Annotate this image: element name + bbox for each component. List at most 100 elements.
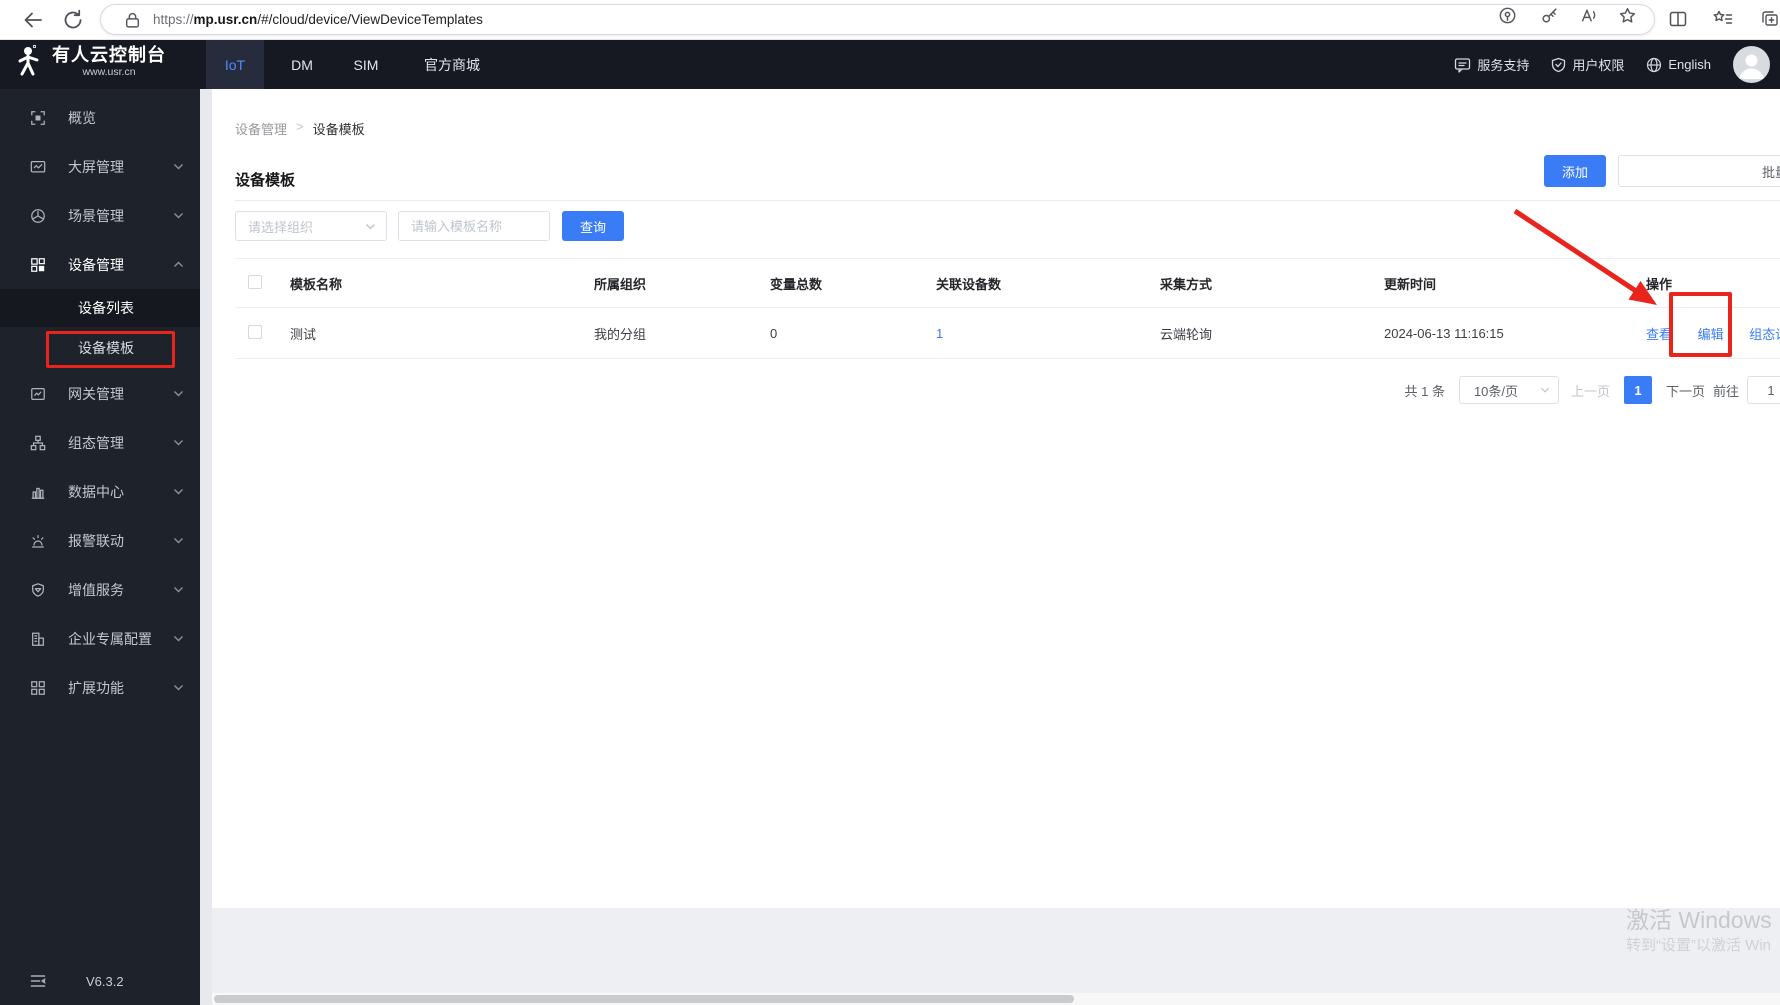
lock-icon bbox=[123, 11, 142, 30]
sidebar-subitem-label: 设备模板 bbox=[78, 340, 134, 356]
sidebar-item-scene-mgmt[interactable]: 场景管理 bbox=[0, 191, 200, 240]
scrollbar-thumb[interactable] bbox=[214, 995, 1074, 1003]
tab-dm[interactable]: DM bbox=[269, 40, 335, 89]
back-icon[interactable] bbox=[21, 8, 45, 32]
org-select[interactable]: 请选择组织 bbox=[235, 211, 387, 241]
col-variable-count: 变量总数 bbox=[757, 258, 923, 308]
sidebar-item-label: 网关管理 bbox=[68, 385, 124, 402]
read-aloud-icon[interactable] bbox=[1579, 6, 1598, 25]
sidebar-item-label: 概览 bbox=[68, 109, 96, 126]
row-checkbox[interactable] bbox=[248, 324, 262, 339]
apps-grid-icon bbox=[31, 680, 45, 695]
templates-table: 模板名称 所属组织 变量总数 关联设备数 采集方式 更新时间 操作 测试 我的分… bbox=[235, 258, 1780, 359]
chat-icon bbox=[1455, 57, 1471, 73]
sidebar-subitem-device-list[interactable]: 设备列表 bbox=[0, 289, 200, 327]
support-menu[interactable]: 服务支持 bbox=[1454, 55, 1529, 74]
app-logo[interactable]: 有人云控制台 www.usr.cn bbox=[14, 43, 166, 79]
breadcrumb-separator: > bbox=[296, 119, 304, 134]
chevron-down-icon bbox=[174, 636, 183, 642]
support-label: 服务支持 bbox=[1477, 58, 1530, 73]
page-size-value: 10条/页 bbox=[1473, 383, 1519, 399]
linked-devices-link[interactable]: 1 bbox=[936, 326, 943, 341]
sidebar-item-scada-mgmt[interactable]: 组态管理 bbox=[0, 418, 200, 467]
total-count: 共 1 条 bbox=[1404, 383, 1445, 399]
sidebar-item-alarm-linkage[interactable]: 报警联动 bbox=[0, 516, 200, 565]
table-row: 测试 我的分组 0 1 云端轮询 2024-06-13 11:16:15 查看 … bbox=[235, 307, 1780, 359]
edit-link[interactable]: 编辑 bbox=[1698, 327, 1724, 342]
breadcrumb-current: 设备模板 bbox=[312, 122, 365, 137]
sidebar-item-data-center[interactable]: 数据中心 bbox=[0, 467, 200, 516]
refresh-icon[interactable] bbox=[61, 8, 85, 32]
logo-title: 有人云控制台 bbox=[52, 45, 166, 65]
split-screen-icon[interactable] bbox=[1668, 9, 1688, 29]
view-link[interactable]: 查看 bbox=[1646, 327, 1672, 342]
horizontal-scrollbar[interactable] bbox=[212, 993, 1780, 1005]
tab-sim[interactable]: SIM bbox=[335, 40, 397, 89]
building-icon bbox=[32, 632, 44, 646]
sidebar-item-value-added[interactable]: 增值服务 bbox=[0, 565, 200, 614]
logo-subtitle: www.usr.cn bbox=[82, 66, 136, 78]
title-divider bbox=[235, 200, 1780, 201]
sidebar-item-device-mgmt[interactable]: 设备管理 bbox=[0, 240, 200, 289]
scada-design-link[interactable]: 组态设计 bbox=[1749, 327, 1780, 342]
tab-mall[interactable]: 官方商城 bbox=[405, 40, 499, 89]
next-page-button[interactable]: 下一页 bbox=[1666, 381, 1705, 400]
sidebar-item-overview[interactable]: 概览 bbox=[0, 93, 200, 142]
col-operations: 操作 bbox=[1633, 258, 1780, 308]
tab-iot[interactable]: IoT bbox=[206, 40, 264, 89]
chevron-down-icon bbox=[174, 685, 183, 691]
batch-delete-button[interactable]: 批量删除 bbox=[1618, 155, 1780, 187]
language-switcher[interactable]: English bbox=[1646, 57, 1711, 73]
device-grid-icon bbox=[31, 257, 45, 272]
search-button[interactable]: 查询 bbox=[562, 211, 625, 241]
sidebar-item-screen-mgmt[interactable]: 大屏管理 bbox=[0, 142, 200, 191]
add-button[interactable]: 添加 bbox=[1544, 155, 1606, 187]
gem-shield-icon bbox=[32, 582, 44, 597]
favorite-star-icon[interactable] bbox=[1618, 6, 1637, 25]
topology-icon bbox=[30, 435, 46, 450]
cell-updated-time: 2024-06-13 11:16:15 bbox=[1371, 307, 1633, 359]
pagination: 共 1 条 10条/页 上一页 1 下一页 前往 bbox=[1404, 376, 1780, 404]
filter-bar: 请选择组织 查询 bbox=[235, 211, 625, 241]
chevron-down-icon bbox=[174, 391, 183, 397]
watermark-line2: 转到“设置”以激活 Win bbox=[1626, 937, 1771, 954]
sidebar-subitem-device-template[interactable]: 设备模板 bbox=[0, 327, 200, 369]
collapse-sidebar-icon[interactable] bbox=[30, 974, 46, 988]
url-host: mp.usr.cn bbox=[193, 12, 258, 27]
template-name-input[interactable] bbox=[398, 211, 550, 241]
col-organization: 所属组织 bbox=[581, 258, 757, 308]
password-key-icon[interactable] bbox=[1540, 6, 1559, 25]
cell-organization: 我的分组 bbox=[581, 307, 757, 359]
address-bar[interactable]: https://mp.usr.cn/#/cloud/device/ViewDev… bbox=[100, 4, 1655, 35]
sidebar-item-label: 设备管理 bbox=[68, 256, 124, 273]
goto-label: 前往 bbox=[1712, 383, 1739, 399]
sidebar-item-gateway-mgmt[interactable]: 网关管理 bbox=[0, 369, 200, 418]
prev-page-button[interactable]: 上一页 bbox=[1571, 381, 1610, 400]
goto-page-input[interactable] bbox=[1747, 376, 1780, 404]
chevron-up-icon bbox=[174, 261, 183, 267]
sidebar-item-enterprise-config[interactable]: 企业专属配置 bbox=[0, 614, 200, 663]
sidebar-item-label: 场景管理 bbox=[68, 207, 124, 224]
version-label: V6.3.2 bbox=[86, 973, 124, 989]
sidebar-item-label: 报警联动 bbox=[68, 532, 124, 549]
col-template-name: 模板名称 bbox=[277, 258, 581, 308]
collections-icon[interactable] bbox=[1760, 9, 1780, 29]
sidebar-item-extensions[interactable]: 扩展功能 bbox=[0, 663, 200, 712]
favorites-hub-icon[interactable] bbox=[1712, 9, 1734, 29]
url-path: /#/cloud/device/ViewDeviceTemplates bbox=[257, 12, 483, 27]
table-header-row: 模板名称 所属组织 变量总数 关联设备数 采集方式 更新时间 操作 bbox=[235, 258, 1780, 308]
product-tabs: IoT DM SIM 官方商城 bbox=[206, 40, 499, 89]
page-size-select[interactable]: 10条/页 bbox=[1458, 376, 1559, 404]
select-all-checkbox[interactable] bbox=[248, 274, 262, 289]
permissions-menu[interactable]: 用户权限 bbox=[1551, 55, 1624, 74]
user-avatar[interactable] bbox=[1733, 46, 1770, 83]
scene-cube-icon bbox=[31, 208, 45, 223]
chevron-down-icon bbox=[174, 489, 183, 495]
sidebar-item-label: 组态管理 bbox=[68, 434, 124, 451]
breadcrumb-parent[interactable]: 设备管理 bbox=[235, 119, 287, 138]
screen: https://mp.usr.cn/#/cloud/device/ViewDev… bbox=[0, 0, 1780, 1005]
geolocation-icon[interactable] bbox=[1498, 6, 1517, 25]
page-number-active[interactable]: 1 bbox=[1623, 376, 1652, 404]
permissions-label: 用户权限 bbox=[1572, 58, 1625, 73]
breadcrumb: 设备管理 > 设备模板 bbox=[235, 119, 365, 138]
